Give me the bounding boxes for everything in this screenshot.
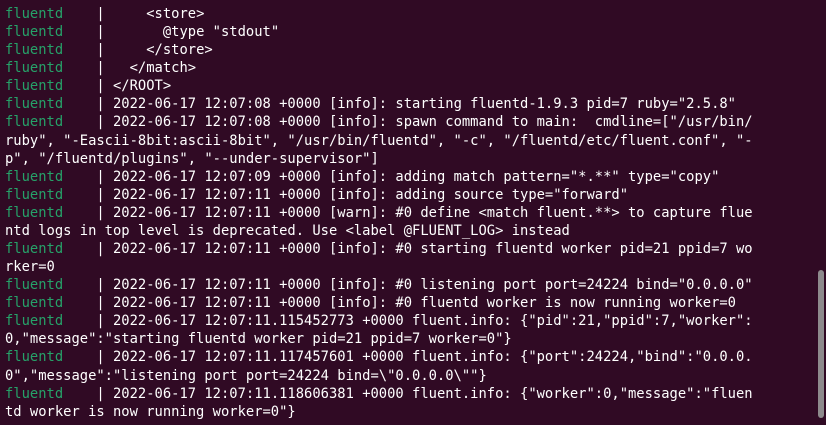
service-prefix: fluentd (5, 241, 64, 258)
log-text: ntd logs in top level is deprecated. Use… (5, 222, 570, 239)
log-text: 2022-06-17 12:07:08 +0000 [info]: spawn … (113, 114, 753, 131)
terminal-output: fluentd | <store> fluentd | @type "stdout… (5, 5, 817, 421)
line-separator: | (63, 349, 113, 366)
terminal-line: fluentd | 2022-06-17 12:07:08 +0000 [inf… (5, 113, 817, 131)
terminal-window[interactable]: fluentd | <store> fluentd | @type "stdout… (0, 0, 826, 425)
service-prefix: fluentd (5, 60, 64, 77)
log-text: @type "stdout" (162, 24, 280, 41)
log-text: 2022-06-17 12:07:11.118606381 +0000 flue… (113, 385, 753, 402)
line-separator: | (63, 42, 147, 59)
service-prefix: fluentd (5, 204, 64, 221)
line-separator: | (63, 114, 113, 131)
log-text: </match> (129, 60, 197, 77)
terminal-line: ntd logs in top level is deprecated. Use… (5, 222, 817, 240)
line-separator: | (63, 204, 113, 221)
service-prefix: fluentd (5, 168, 64, 185)
log-text: 0","message":"listening port port=24224 … (5, 367, 487, 384)
terminal-line: fluentd | </store> (5, 41, 817, 59)
terminal-line: fluentd | 2022-06-17 12:07:11.118606381 … (5, 385, 817, 403)
terminal-line: fluentd | @type "stdout" (5, 23, 817, 41)
line-separator: | (63, 295, 113, 312)
terminal-line: p", "/fluentd/plugins", "--under-supervi… (5, 150, 817, 168)
log-text: ruby", "-Eascii-8bit:ascii-8bit", "/usr/… (5, 132, 753, 149)
service-prefix: fluentd (5, 186, 64, 203)
terminal-line: fluentd | </match> (5, 59, 817, 77)
service-prefix: fluentd (5, 6, 64, 22)
log-text: </store> (146, 42, 213, 59)
service-prefix: fluentd (5, 24, 64, 41)
log-text: p", "/fluentd/plugins", "--under-supervi… (5, 150, 379, 167)
service-prefix: fluentd (5, 78, 64, 95)
line-separator: | (63, 168, 113, 185)
log-text: 2022-06-17 12:07:09 +0000 [info]: adding… (113, 168, 720, 185)
log-text: rker=0 (5, 259, 55, 276)
terminal-line: 0","message":"listening port port=24224 … (5, 367, 817, 385)
line-separator: | (63, 96, 113, 113)
service-prefix: fluentd (5, 295, 64, 312)
terminal-line: td worker is now running worker=0"} (5, 403, 817, 421)
line-separator: | (63, 313, 113, 330)
terminal-line: fluentd | 2022-06-17 12:07:09 +0000 [inf… (5, 168, 817, 186)
service-prefix: fluentd (5, 385, 64, 402)
log-text: </ROOT> (113, 78, 172, 95)
line-separator: | (63, 277, 113, 294)
line-separator: | (63, 60, 130, 77)
log-text: <store> (146, 6, 205, 22)
service-prefix: fluentd (5, 42, 64, 59)
terminal-line: fluentd | 2022-06-17 12:07:11.115452773 … (5, 312, 817, 330)
line-separator: | (63, 241, 113, 258)
terminal-line: fluentd | 2022-06-17 12:07:11 +0000 [inf… (5, 276, 817, 294)
terminal-line: fluentd | <store> (5, 5, 817, 23)
service-prefix: fluentd (5, 277, 64, 294)
terminal-line: fluentd | </ROOT> (5, 77, 817, 95)
line-separator: | (63, 186, 113, 203)
terminal-line: fluentd | 2022-06-17 12:07:08 +0000 [inf… (5, 95, 817, 113)
log-text: 2022-06-17 12:07:11.115452773 +0000 flue… (113, 313, 753, 330)
log-text: 2022-06-17 12:07:11 +0000 [info]: adding… (113, 186, 628, 203)
log-text: 2022-06-17 12:07:11 +0000 [warn]: #0 def… (113, 204, 753, 221)
service-prefix: fluentd (5, 313, 64, 330)
line-separator: | (63, 24, 163, 41)
log-text: 2022-06-17 12:07:11 +0000 [info]: #0 sta… (113, 241, 753, 258)
terminal-line: fluentd | 2022-06-17 12:07:11 +0000 [inf… (5, 240, 817, 258)
log-text: 0,"message":"starting fluentd worker pid… (5, 331, 512, 348)
terminal-line: fluentd | 2022-06-17 12:07:11 +0000 [inf… (5, 294, 817, 312)
service-prefix: fluentd (5, 114, 64, 131)
line-separator: | (63, 6, 147, 22)
line-separator: | (63, 385, 113, 402)
terminal-line: 0,"message":"starting fluentd worker pid… (5, 330, 817, 348)
terminal-line: fluentd | 2022-06-17 12:07:11.117457601 … (5, 348, 817, 366)
log-text: 2022-06-17 12:07:11 +0000 [info]: #0 flu… (113, 295, 736, 312)
service-prefix: fluentd (5, 96, 64, 113)
terminal-line: fluentd | 2022-06-17 12:07:11 +0000 [war… (5, 204, 817, 222)
log-text: 2022-06-17 12:07:11.117457601 +0000 flue… (113, 349, 753, 366)
line-separator: | (63, 78, 113, 95)
log-text: 2022-06-17 12:07:08 +0000 [info]: starti… (113, 96, 736, 113)
terminal-line: rker=0 (5, 258, 817, 276)
service-prefix: fluentd (5, 349, 64, 366)
log-text: td worker is now running worker=0"} (5, 403, 296, 420)
terminal-line: ruby", "-Eascii-8bit:ascii-8bit", "/usr/… (5, 132, 817, 150)
log-text: 2022-06-17 12:07:11 +0000 [info]: #0 lis… (113, 277, 753, 294)
terminal-line: fluentd | 2022-06-17 12:07:11 +0000 [inf… (5, 186, 817, 204)
scrollbar-thumb[interactable] (818, 270, 824, 418)
